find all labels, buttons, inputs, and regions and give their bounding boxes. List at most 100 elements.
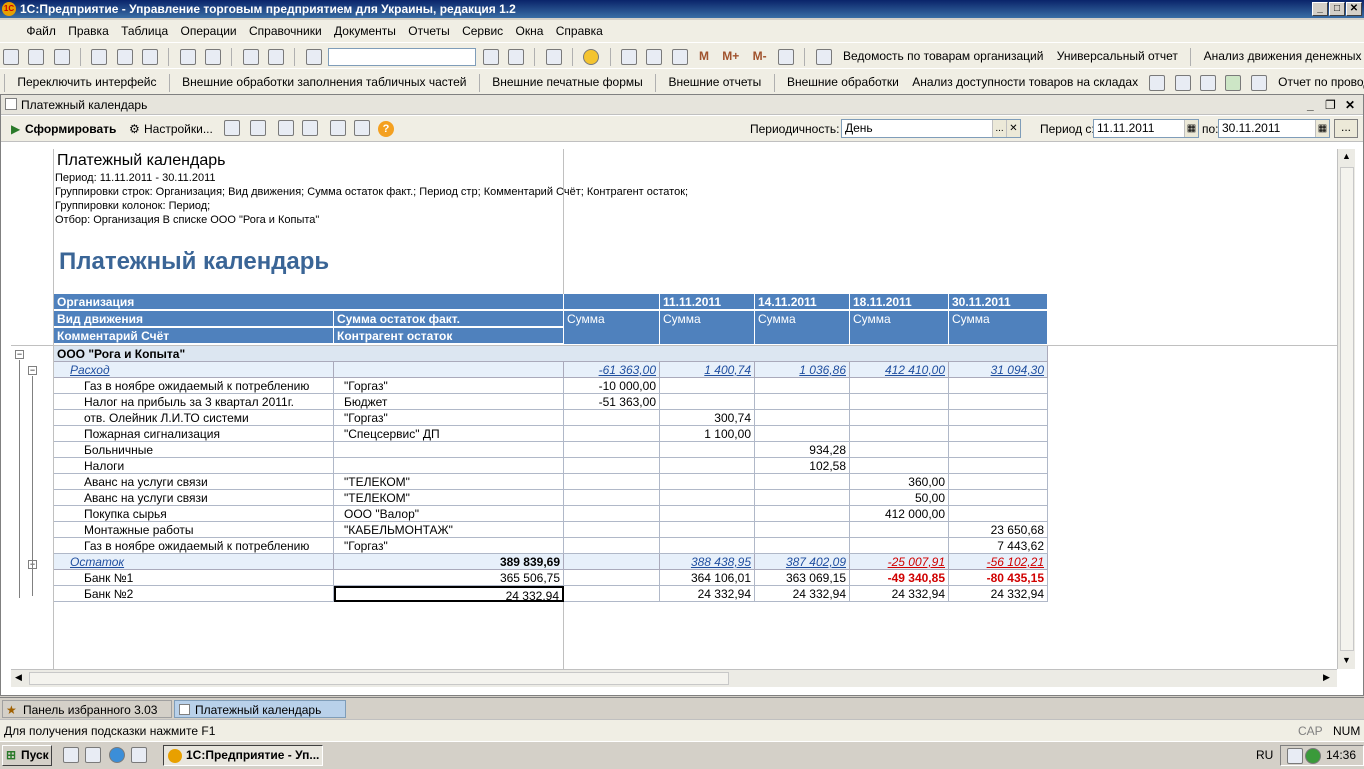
- menu-operations[interactable]: Операции: [181, 24, 237, 38]
- period-to-field[interactable]: 30.11.2011 ▦: [1218, 119, 1330, 138]
- link-postings-report[interactable]: Отчет по проводкам: [1278, 75, 1364, 89]
- bank-amount-cell[interactable]: 24 332,94: [755, 586, 850, 602]
- counterparty-cell[interactable]: "ТЕЛЕКОМ": [334, 490, 564, 506]
- bank-label[interactable]: Банк №1: [54, 570, 334, 586]
- amount-cell[interactable]: 1 100,00: [660, 426, 755, 442]
- amount-cell[interactable]: -51 363,00: [564, 394, 660, 410]
- header-toggle-icon[interactable]: [302, 120, 318, 136]
- maximize-button[interactable]: □: [1329, 2, 1345, 16]
- movement-label[interactable]: отв. Олейник Л.И.ТО системи: [54, 410, 334, 426]
- document-icon[interactable]: [1250, 74, 1267, 91]
- bank-balance-cell[interactable]: 24 332,94: [334, 586, 564, 602]
- amount-cell[interactable]: [949, 394, 1048, 410]
- settings-button[interactable]: Настройки...: [144, 116, 213, 142]
- amount-cell[interactable]: [850, 538, 949, 554]
- counterparty-cell[interactable]: "Горгаз": [334, 538, 564, 554]
- amount-cell[interactable]: [564, 538, 660, 554]
- amount-cell[interactable]: 360,00: [850, 474, 949, 490]
- expense-total-cell[interactable]: 1 400,74: [660, 362, 755, 378]
- movement-label[interactable]: Покупка сырья: [54, 506, 334, 522]
- amount-cell[interactable]: [660, 522, 755, 538]
- amount-cell[interactable]: [660, 506, 755, 522]
- amount-cell[interactable]: 102,58: [755, 458, 850, 474]
- collapse-toggle[interactable]: −: [15, 350, 24, 359]
- movement-label[interactable]: Аванс на услуги связи: [54, 474, 334, 490]
- bank-amount-cell[interactable]: 24 332,94: [660, 586, 755, 602]
- counterparty-cell[interactable]: ООО "Валор": [334, 506, 564, 522]
- movement-label[interactable]: Аванс на услуги связи: [54, 490, 334, 506]
- amount-cell[interactable]: [949, 458, 1048, 474]
- movement-label[interactable]: Газ в ноябре ожидаемый к потреблению: [54, 378, 334, 394]
- movement-label[interactable]: Налог на прибыль за 3 квартал 2011г.: [54, 394, 334, 410]
- windows-icon[interactable]: [545, 48, 562, 65]
- expense-total-cell[interactable]: 412 410,00: [850, 362, 949, 378]
- movement-label[interactable]: Монтажные работы: [54, 522, 334, 538]
- amount-cell[interactable]: [564, 410, 660, 426]
- period-select-button[interactable]: ...: [1334, 119, 1358, 138]
- tab-favorites[interactable]: ★ Панель избранного 3.03: [2, 700, 172, 718]
- amount-cell[interactable]: [949, 506, 1048, 522]
- counterparty-cell[interactable]: "Горгаз": [334, 410, 564, 426]
- amount-cell[interactable]: [564, 474, 660, 490]
- amount-cell[interactable]: [755, 506, 850, 522]
- menu-service[interactable]: Сервис: [462, 24, 503, 38]
- quicklaunch-icon[interactable]: [63, 747, 79, 763]
- amount-cell[interactable]: 412 000,00: [850, 506, 949, 522]
- menu-edit[interactable]: Правка: [68, 24, 109, 38]
- bank-amount-cell[interactable]: 24 332,94: [850, 586, 949, 602]
- ie-icon[interactable]: [109, 747, 125, 763]
- doc-close-button[interactable]: ✕: [1345, 95, 1355, 115]
- print-preview-icon[interactable]: [205, 48, 222, 65]
- print-icon[interactable]: [179, 48, 196, 65]
- filter-icon[interactable]: [278, 120, 294, 136]
- amount-cell[interactable]: [755, 538, 850, 554]
- menu-table[interactable]: Таблица: [121, 24, 168, 38]
- amount-cell[interactable]: [755, 474, 850, 490]
- amount-cell[interactable]: [564, 506, 660, 522]
- link-universal-report[interactable]: Универсальный отчет: [1057, 49, 1178, 63]
- amount-cell[interactable]: [850, 458, 949, 474]
- amount-cell[interactable]: [850, 378, 949, 394]
- amount-cell[interactable]: [564, 522, 660, 538]
- tab-payment-calendar[interactable]: Платежный календарь: [174, 700, 346, 718]
- periodicity-select-button[interactable]: ...: [992, 120, 1006, 137]
- amount-cell[interactable]: [564, 442, 660, 458]
- menu-file[interactable]: Файл: [26, 24, 56, 38]
- amount-cell[interactable]: [660, 474, 755, 490]
- chart-icon[interactable]: [1200, 74, 1217, 91]
- calendar-icon[interactable]: [646, 48, 663, 65]
- play-icon[interactable]: ▶: [11, 116, 20, 142]
- new-document-icon[interactable]: [3, 48, 19, 65]
- search-input[interactable]: [328, 47, 477, 66]
- menu-documents[interactable]: Документы: [334, 24, 396, 38]
- counterparty-cell[interactable]: [334, 442, 564, 458]
- chart-icon[interactable]: [250, 120, 266, 136]
- open-icon[interactable]: [28, 48, 45, 65]
- generate-button[interactable]: Сформировать: [25, 116, 116, 142]
- amount-cell[interactable]: [949, 378, 1048, 394]
- counterparty-cell[interactable]: [334, 458, 564, 474]
- counterparty-cell[interactable]: Бюджет: [334, 394, 564, 410]
- movement-label[interactable]: Больничные: [54, 442, 334, 458]
- amount-cell[interactable]: [949, 490, 1048, 506]
- search-icon[interactable]: [305, 48, 322, 65]
- counterparty-cell[interactable]: "Горгаз": [334, 378, 564, 394]
- amount-cell[interactable]: 50,00: [850, 490, 949, 506]
- desktop-icon[interactable]: [85, 747, 101, 763]
- horizontal-scrollbar[interactable]: ◀ ▶: [11, 669, 1337, 687]
- periodicity-field[interactable]: День ... ✕: [841, 119, 1021, 138]
- amount-cell[interactable]: 23 650,68: [949, 522, 1048, 538]
- bank-amount-cell[interactable]: 364 106,01: [660, 570, 755, 586]
- menu-reports[interactable]: Отчеты: [408, 24, 449, 38]
- amount-cell[interactable]: [660, 490, 755, 506]
- amount-cell[interactable]: [660, 458, 755, 474]
- amount-cell[interactable]: [564, 458, 660, 474]
- amount-cell[interactable]: [850, 394, 949, 410]
- menu-catalogs[interactable]: Справочники: [249, 24, 322, 38]
- period-from-field[interactable]: 11.11.2011 ▦: [1093, 119, 1199, 138]
- amount-cell[interactable]: [949, 426, 1048, 442]
- report-spreadsheet[interactable]: Платежный календарь Период: 11.11.2011 -…: [11, 149, 1337, 669]
- bank-amount-cell[interactable]: -80 435,15: [949, 570, 1048, 586]
- vertical-scrollbar[interactable]: ▲ ▼: [1337, 149, 1355, 669]
- link-external-fill[interactable]: Внешние обработки заполнения табличных ч…: [182, 75, 466, 89]
